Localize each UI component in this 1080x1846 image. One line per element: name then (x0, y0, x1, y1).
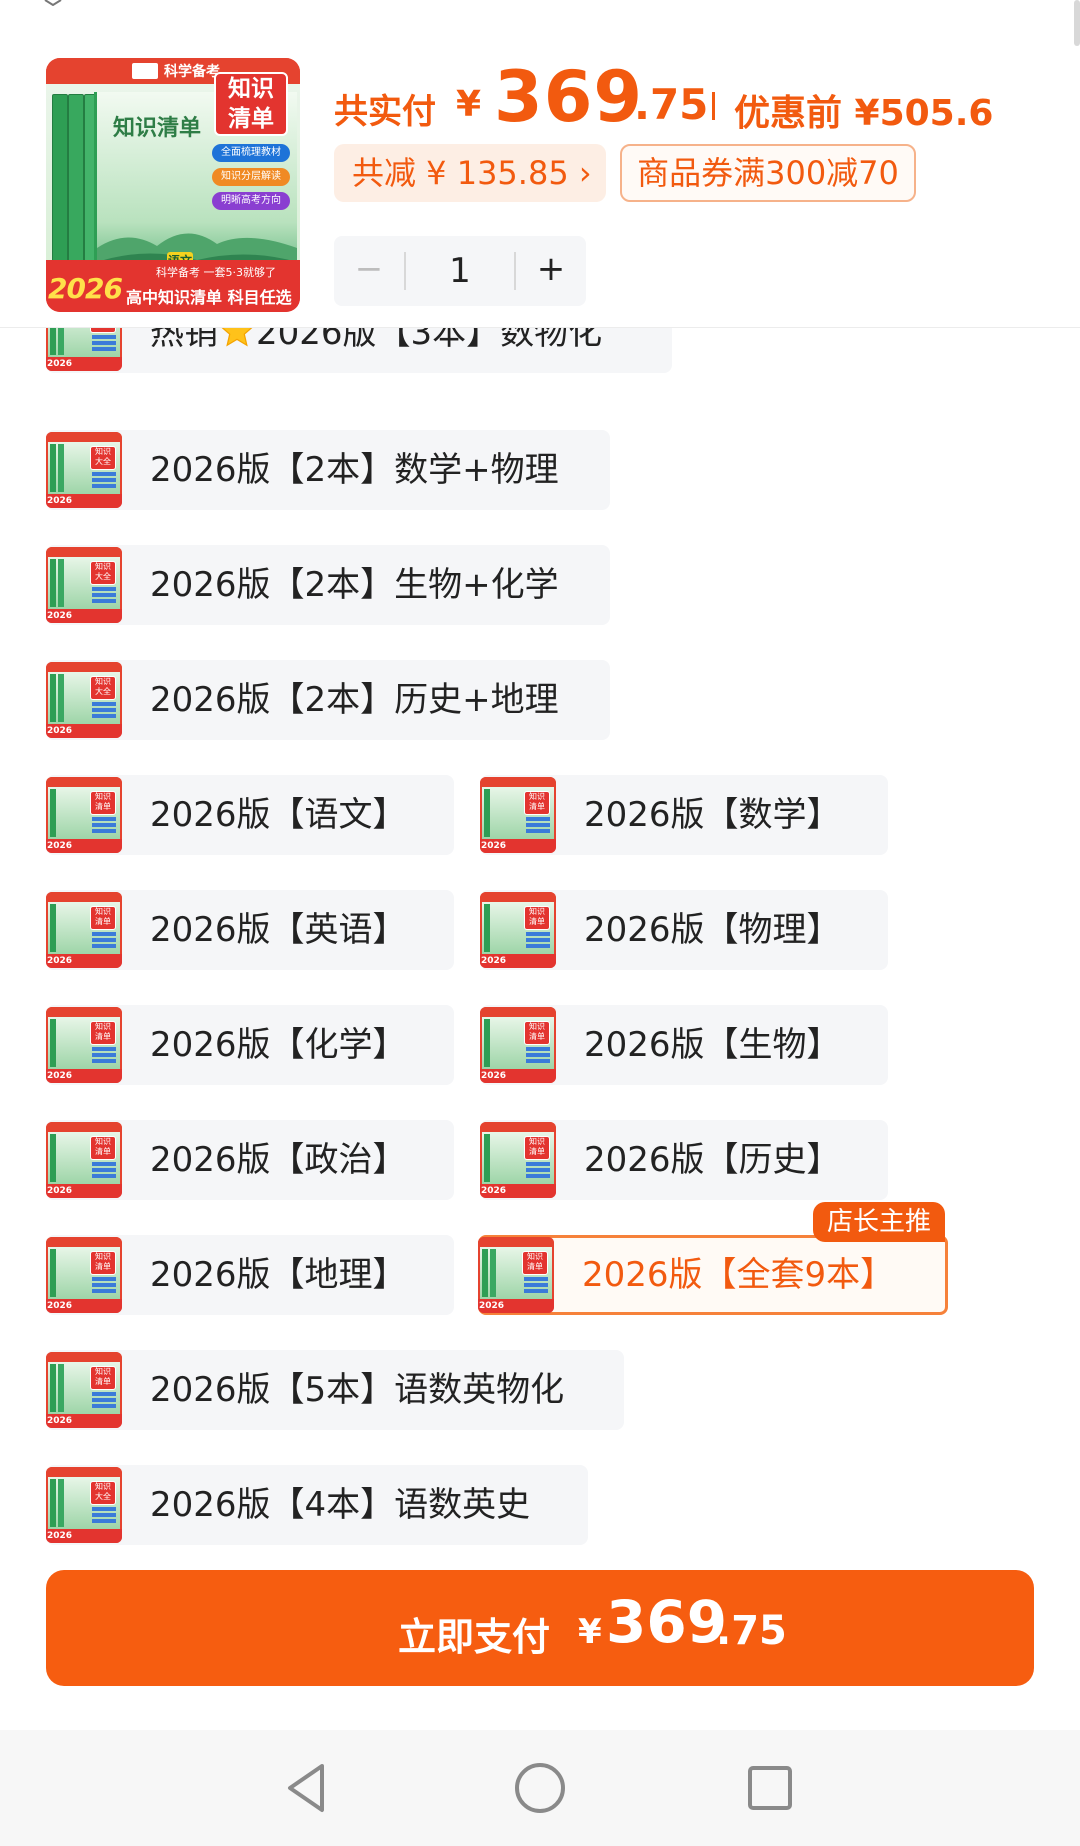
variant-option[interactable]: 知识 清单 2026 2026版【化学】 (46, 1005, 454, 1085)
cover-tag: 知识分层解读 (212, 168, 290, 186)
variant-thumbnail: 知识清单2026 (46, 1007, 122, 1083)
variant-option[interactable]: 知识 大全 2026 2026版【4本】语数英史 (46, 1465, 588, 1545)
variant-option[interactable]: 知识 清单 2026 2026版【政治】 (46, 1120, 454, 1200)
star-icon (221, 328, 253, 347)
variant-thumbnail: 知识清单2026 (480, 1007, 556, 1083)
variant-thumbnail: 知识清单2026 (46, 1352, 122, 1428)
variant-thumbnail: 知识清单2026 (480, 777, 556, 853)
variant-thumbnail: 知识清单2026 (46, 777, 122, 853)
variant-label: 2026版【化学】 (150, 1025, 407, 1065)
variant-option[interactable]: 知识 清单 2026 2026版【历史】 (480, 1120, 888, 1200)
variant-thumbnail: 知识清单2026 (46, 1122, 122, 1198)
collapse-chevron-icon[interactable] (44, 0, 62, 6)
price-decimal: .75 (634, 80, 709, 129)
pay-integer: 369 (606, 1588, 728, 1656)
brand-logo-icon (132, 63, 158, 79)
scroll-indicator (1074, 0, 1080, 46)
variant-label: 2026版【2本】生物+化学 (150, 565, 559, 605)
variant-label: 2026版【数学】 (584, 795, 841, 835)
cover-title: 知识清单 (113, 115, 202, 141)
variant-thumbnail: 知识清单2026 (480, 1122, 556, 1198)
circle-home-icon[interactable] (508, 1756, 572, 1820)
variant-label: 2026版【2本】历史+地理 (150, 680, 559, 720)
total-price-label: 共实付 (334, 92, 436, 132)
variant-label: 2026版【地理】 (150, 1255, 407, 1295)
variant-thumbnail: 知识清单2026 (46, 328, 122, 371)
cover-slogan: 科学备考 一套5·3就够了 (156, 266, 276, 279)
cover-footer: 科学备考 一套5·3就够了 2026 高中知识清单 科目任选 (46, 260, 300, 312)
pay-now-button[interactable]: 立即支付 ¥ 369 .75 (46, 1570, 1034, 1686)
cover-red-box: 知识 清单 (214, 72, 288, 136)
variant-thumbnail: 知识 大全 2026 (46, 547, 122, 623)
variant-option[interactable]: 知识 清单 2026 2026版【5本】语数英物化 (46, 1350, 624, 1430)
original-price: 优惠前 ¥505.6 (734, 93, 994, 134)
variant-label: 2026版【生物】 (584, 1025, 841, 1065)
variant-option[interactable]: 知识 清单 2026 2026版【语文】 (46, 775, 454, 855)
quantity-stepper: − 1 + (334, 236, 586, 306)
variant-label: 2026版【物理】 (584, 910, 841, 950)
variant-thumbnail: 知识 大全 2026 (46, 662, 122, 738)
variant-label: 2026版【5本】语数英物化 (150, 1370, 565, 1410)
variant-label: 2026版【2本】数学+物理 (150, 450, 559, 490)
variant-option[interactable]: 知识 清单 2026 2026版【物理】 (480, 890, 888, 970)
variant-option[interactable]: 知识 大全 2026 2026版【2本】数学+物理 (46, 430, 610, 510)
variant-thumbnail: 知识清单2026 (46, 892, 122, 968)
variant-option[interactable]: 知识 清单 2026 2026版【生物】 (480, 1005, 888, 1085)
cover-tag: 明晰高考方向 (212, 192, 290, 210)
quantity-value[interactable]: 1 (408, 236, 512, 306)
pay-currency: ¥ (578, 1612, 602, 1652)
variant-option[interactable]: 知识 大全 2026 2026版【2本】生物+化学 (46, 545, 610, 625)
square-recent-icon[interactable] (738, 1756, 802, 1820)
variant-option[interactable]: 知识 清单 2026 2026版【地理】 (46, 1235, 454, 1315)
variant-label: 2026版【3本】数物化 (256, 328, 603, 353)
pay-decimal: .75 (716, 1608, 787, 1654)
variant-label: 2026版【语文】 (150, 795, 407, 835)
recommend-badge: 店长主推 (812, 1202, 945, 1242)
product-brand: 科学备考 (164, 64, 220, 80)
variant-options: 知识清单2026 热销 2026版【3本】数物化 知识大全2026 2026版【2… (0, 328, 1080, 1566)
hot-prefix: 热销 (150, 328, 218, 353)
pay-label: 立即支付 (398, 1615, 551, 1659)
sku-selection-sheet: 科学备考 知识清单 语文 知识 清单 全面梳理教材 知识分层解读 明 (0, 0, 1080, 1846)
variant-label: 2026版【全套9本】 (582, 1255, 895, 1295)
variant-label: 2026版【政治】 (150, 1140, 407, 1180)
variant-label: 2026版【4本】语数英史 (150, 1485, 531, 1525)
decrease-button[interactable]: − (334, 236, 404, 306)
price-integer: 369 (494, 56, 644, 138)
increase-button[interactable]: + (516, 236, 586, 306)
variant-thumbnail: 知识清单2026 (478, 1237, 554, 1313)
variant-thumbnail: 知识清单2026 (480, 892, 556, 968)
variant-label: 2026版【历史】 (584, 1140, 841, 1180)
cover-year: 2026 (48, 272, 123, 305)
variant-label: 2026版【英语】 (150, 910, 407, 950)
sheet-header: 科学备考 知识清单 语文 知识 清单 全面梳理教材 知识分层解读 明 (0, 0, 1080, 328)
variant-thumbnail: 知识 大全 2026 (46, 432, 122, 508)
variant-option[interactable]: 知识 大全 2026 2026版【2本】历史+地理 (46, 660, 610, 740)
discount-detail-button[interactable]: 共减 ¥ 135.85 › (334, 144, 606, 202)
triangle-back-icon[interactable] (276, 1756, 340, 1820)
price-divider (712, 92, 715, 120)
variant-thumbnail: 知识 大全 2026 (46, 1467, 122, 1543)
system-nav-bar (0, 1730, 1080, 1846)
variant-option-selected[interactable]: 知识 清单 2026 2026版【全套9本】 店长主推 (478, 1202, 948, 1315)
product-image[interactable]: 科学备考 知识清单 语文 知识 清单 全面梳理教材 知识分层解读 明 (46, 58, 300, 312)
currency-symbol: ¥ (456, 84, 482, 125)
variant-option[interactable]: 知识清单2026 热销 2026版【3本】数物化 (46, 328, 672, 373)
coupon-chip[interactable]: 商品券满300减70 (620, 144, 916, 202)
cover-tag: 全面梳理教材 (212, 144, 290, 162)
cover-product-name: 高中知识清单 科目任选 (126, 288, 292, 307)
variant-thumbnail: 知识清单2026 (46, 1237, 122, 1313)
variant-option[interactable]: 知识 清单 2026 2026版【英语】 (46, 890, 454, 970)
variant-option[interactable]: 知识 清单 2026 2026版【数学】 (480, 775, 888, 855)
